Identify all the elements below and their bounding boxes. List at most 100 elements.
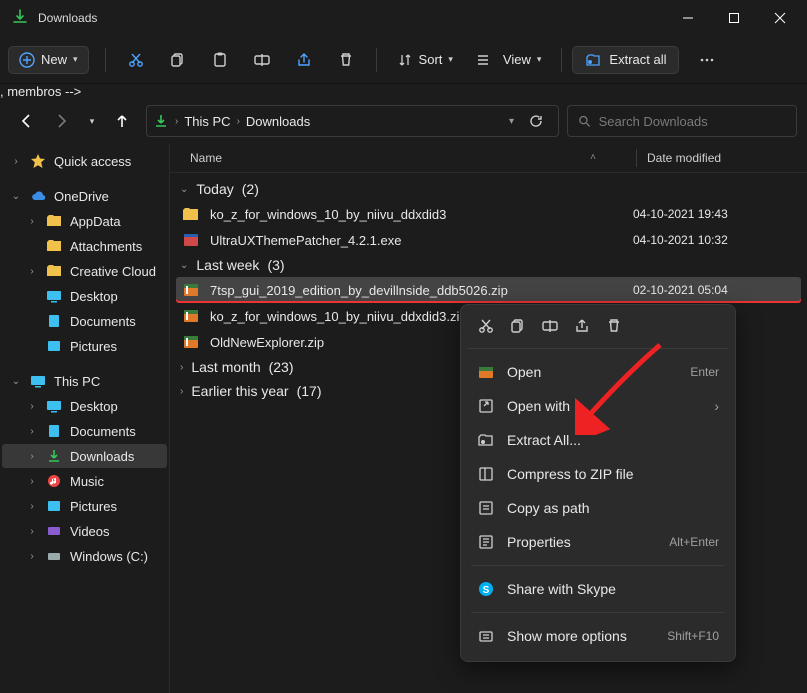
view-button[interactable]: View ▾ bbox=[465, 48, 551, 72]
file-row[interactable]: ko_z_for_windows_10_by_niivu_ddxdid3 04-… bbox=[176, 201, 801, 227]
search-box[interactable] bbox=[567, 105, 797, 137]
shortcut: Shift+F10 bbox=[667, 629, 719, 643]
download-icon bbox=[12, 9, 28, 28]
video-icon bbox=[46, 523, 62, 539]
file-name: 7tsp_gui_2019_edition_by_devillnside_ddb… bbox=[210, 283, 627, 298]
cut-icon[interactable] bbox=[477, 317, 495, 338]
star-icon bbox=[30, 153, 46, 169]
new-label: New bbox=[41, 52, 67, 67]
delete-button[interactable] bbox=[326, 42, 366, 78]
chevron-right-icon: › bbox=[237, 116, 240, 127]
sidebar-item-creative[interactable]: ›Creative Cloud bbox=[2, 259, 167, 283]
download-icon bbox=[153, 113, 169, 129]
label: Open bbox=[507, 364, 541, 380]
ctx-skype[interactable]: S Share with Skype bbox=[467, 572, 729, 606]
sidebar-item-onedrive[interactable]: ⌄ OneDrive bbox=[2, 184, 167, 208]
ctx-properties[interactable]: Properties Alt+Enter bbox=[467, 525, 729, 559]
chevron-down-icon: ▾ bbox=[73, 54, 78, 65]
paste-button[interactable] bbox=[200, 42, 240, 78]
crumb-thispc[interactable]: This PC bbox=[184, 114, 230, 129]
sidebar-item-videos[interactable]: ›Videos bbox=[2, 519, 167, 543]
ctx-open-with[interactable]: Open with › bbox=[467, 389, 729, 423]
breadcrumb[interactable]: › This PC › Downloads ▾ bbox=[146, 105, 559, 137]
chevron-down-icon: ⌄ bbox=[180, 184, 188, 195]
group-today[interactable]: ⌄ Today (2) bbox=[176, 177, 801, 201]
toolbar: New ▾ Sort ▾ View ▾ Extract all bbox=[0, 36, 807, 84]
zip-icon bbox=[182, 333, 200, 351]
sidebar-item-desktop[interactable]: Desktop bbox=[2, 284, 167, 308]
ctx-copy-path[interactable]: Copy as path bbox=[467, 491, 729, 525]
share-button[interactable] bbox=[284, 42, 324, 78]
rename-button[interactable] bbox=[242, 42, 282, 78]
group-label: Last week bbox=[196, 257, 259, 273]
up-button[interactable] bbox=[106, 105, 138, 137]
group-lastweek[interactable]: ⌄ Last week (3) bbox=[176, 253, 801, 277]
ctx-compress[interactable]: Compress to ZIP file bbox=[467, 457, 729, 491]
close-button[interactable] bbox=[757, 0, 803, 36]
extract-all-button[interactable]: Extract all bbox=[572, 46, 679, 74]
ctx-open[interactable]: Open Enter bbox=[467, 355, 729, 389]
sidebar-item-downloads[interactable]: ›Downloads bbox=[2, 444, 167, 468]
search-input[interactable] bbox=[599, 114, 786, 129]
sidebar-item-appdata[interactable]: ›AppData bbox=[2, 209, 167, 233]
column-name[interactable]: Name˄ bbox=[170, 151, 636, 165]
sidebar-item-desktop2[interactable]: ›Desktop bbox=[2, 394, 167, 418]
rename-icon[interactable] bbox=[541, 317, 559, 338]
label: Quick access bbox=[54, 154, 131, 169]
chevron-down-icon: ▾ bbox=[90, 116, 95, 127]
label: Creative Cloud bbox=[70, 264, 156, 279]
recent-button[interactable]: ▾ bbox=[82, 105, 102, 137]
label: Show more options bbox=[507, 628, 627, 644]
sidebar-item-quick-access[interactable]: › Quick access bbox=[2, 149, 167, 173]
separator bbox=[471, 565, 725, 566]
sidebar-item-documents2[interactable]: ›Documents bbox=[2, 419, 167, 443]
desktop-icon bbox=[46, 288, 62, 304]
picture-icon bbox=[46, 498, 62, 514]
sort-button[interactable]: Sort ▾ bbox=[387, 48, 463, 72]
zip-icon bbox=[477, 465, 495, 483]
properties-icon bbox=[477, 533, 495, 551]
chevron-down-icon: ⌄ bbox=[10, 191, 22, 202]
column-date[interactable]: Date modified bbox=[637, 151, 807, 165]
refresh-button[interactable] bbox=[520, 113, 552, 129]
more-icon bbox=[477, 627, 495, 645]
sidebar-item-pictures[interactable]: Pictures bbox=[2, 334, 167, 358]
sidebar-item-thispc[interactable]: ⌄ This PC bbox=[2, 369, 167, 393]
sidebar-item-windowsc[interactable]: ›Windows (C:) bbox=[2, 544, 167, 568]
maximize-button[interactable] bbox=[711, 0, 757, 36]
label: Windows (C:) bbox=[70, 549, 148, 564]
download-icon bbox=[46, 448, 62, 464]
more-button[interactable] bbox=[687, 42, 727, 78]
sidebar-item-documents[interactable]: Documents bbox=[2, 309, 167, 333]
chevron-down-icon[interactable]: ▾ bbox=[509, 116, 514, 127]
ctx-more-options[interactable]: Show more options Shift+F10 bbox=[467, 619, 729, 653]
nav-arrows: ▾ bbox=[10, 105, 138, 137]
sidebar-item-music[interactable]: ›Music bbox=[2, 469, 167, 493]
extract-label: Extract all bbox=[609, 52, 666, 67]
back-button[interactable] bbox=[10, 105, 42, 137]
forward-button[interactable] bbox=[46, 105, 78, 137]
group-label: Today bbox=[196, 181, 233, 197]
zip-icon bbox=[182, 307, 200, 325]
delete-icon[interactable] bbox=[605, 317, 623, 338]
new-button[interactable]: New ▾ bbox=[8, 46, 89, 74]
cut-button[interactable] bbox=[116, 42, 156, 78]
label: Downloads bbox=[70, 449, 134, 464]
label: Compress to ZIP file bbox=[507, 466, 634, 482]
file-row-selected[interactable]: 7tsp_gui_2019_edition_by_devillnside_ddb… bbox=[176, 277, 801, 303]
copy-button[interactable] bbox=[158, 42, 198, 78]
picture-icon bbox=[46, 338, 62, 354]
minimize-button[interactable] bbox=[665, 0, 711, 36]
sidebar-item-attachments[interactable]: Attachments bbox=[2, 234, 167, 258]
share-icon[interactable] bbox=[573, 317, 591, 338]
sidebar-item-pictures2[interactable]: ›Pictures bbox=[2, 494, 167, 518]
crumb-downloads[interactable]: Downloads bbox=[246, 114, 310, 129]
file-row[interactable]: UltraUXThemePatcher_4.2.1.exe 04-10-2021… bbox=[176, 227, 801, 253]
sort-label: Sort bbox=[419, 52, 443, 67]
exe-icon bbox=[182, 231, 200, 249]
group-label: Last month bbox=[191, 359, 260, 375]
copy-icon[interactable] bbox=[509, 317, 527, 338]
window-controls bbox=[665, 0, 803, 36]
open-icon bbox=[477, 363, 495, 381]
ctx-extract-all[interactable]: Extract All... bbox=[467, 423, 729, 457]
